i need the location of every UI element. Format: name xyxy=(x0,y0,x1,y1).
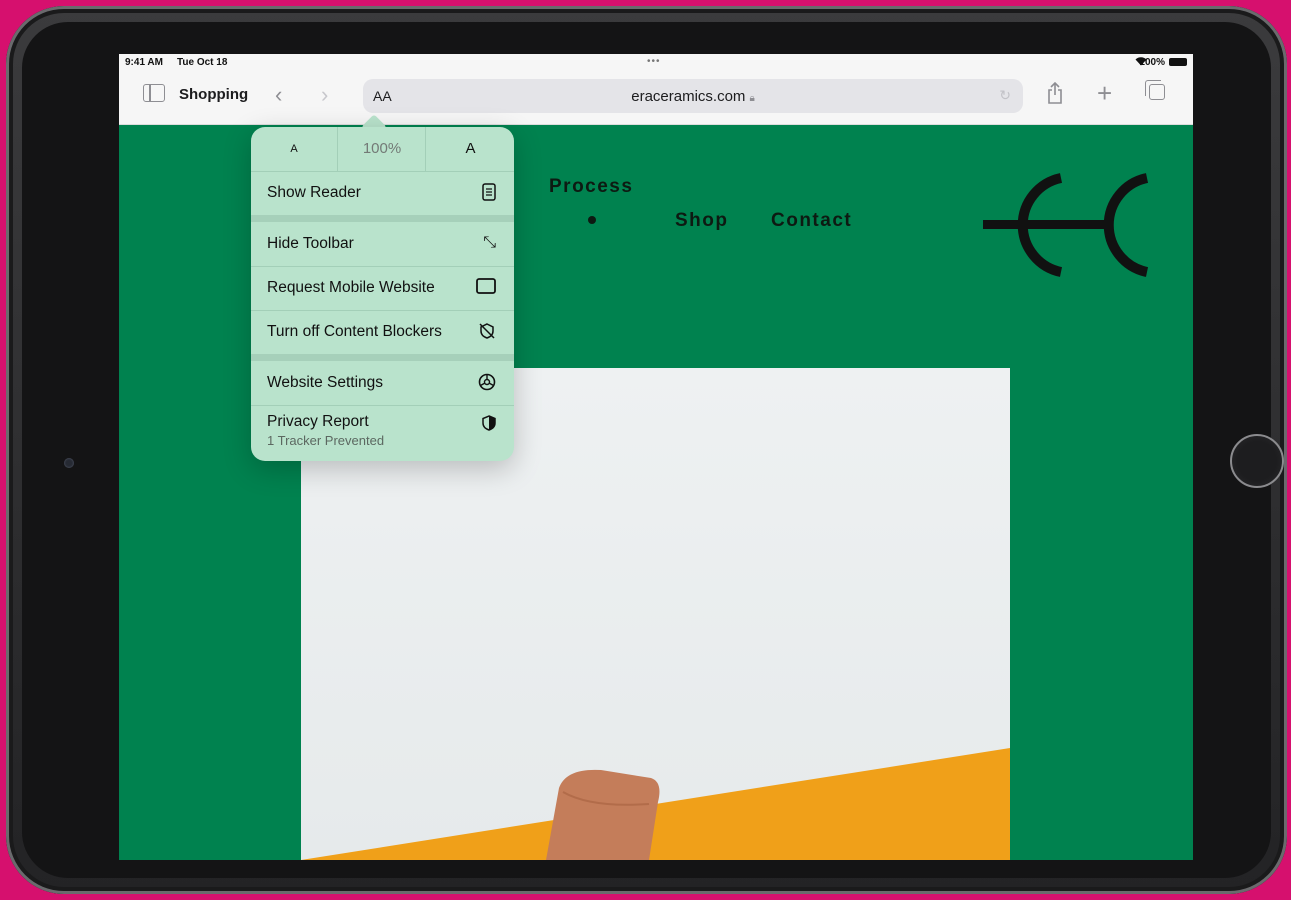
era-ceramics-logo[interactable] xyxy=(983,172,1153,285)
zoom-controls: A 100% A xyxy=(251,127,514,172)
nav-process[interactable]: Process xyxy=(549,176,633,198)
lock-icon: 🔒︎ xyxy=(749,93,755,104)
tab-overview-icon[interactable] xyxy=(1145,80,1165,100)
expand-arrows-icon: ⤡ xyxy=(483,234,496,251)
menu-website-settings[interactable]: Website Settings xyxy=(251,361,514,406)
status-bar: 9:41 AM Tue Oct 18 ••• 100% xyxy=(119,54,1193,70)
menu-item-label: Request Mobile Website xyxy=(267,279,435,296)
reload-icon[interactable]: ↻ xyxy=(999,87,1011,104)
menu-content-blockers[interactable]: Turn off Content Blockers xyxy=(251,310,514,355)
home-button[interactable] xyxy=(1230,434,1284,488)
menu-section-divider xyxy=(251,215,514,222)
url-display[interactable]: eraceramics.com 🔒︎ xyxy=(363,88,1023,105)
menu-item-label: Turn off Content Blockers xyxy=(267,323,442,340)
content-blocker-off-icon xyxy=(478,322,496,345)
menu-show-reader[interactable]: Show Reader xyxy=(251,171,514,216)
url-text: eraceramics.com xyxy=(631,88,746,105)
increase-text-size-button[interactable]: A xyxy=(425,127,514,171)
back-chevron-icon[interactable]: ‹ xyxy=(275,82,282,108)
menu-item-label: Show Reader xyxy=(267,184,361,201)
battery-percent: 100% xyxy=(1139,57,1165,68)
status-time: 9:41 AM xyxy=(125,57,163,68)
status-date: Tue Oct 18 xyxy=(177,57,228,68)
front-camera xyxy=(64,458,74,468)
menu-item-label: Website Settings xyxy=(267,374,384,391)
address-bar[interactable]: AA eraceramics.com 🔒︎ ↻ xyxy=(363,79,1023,113)
nav-shop[interactable]: Shop xyxy=(675,210,729,232)
menu-privacy-report[interactable]: Privacy Report 1 Tracker Prevented xyxy=(251,405,514,461)
new-tab-plus-icon[interactable]: + xyxy=(1097,78,1112,109)
menu-hide-toolbar[interactable]: Hide Toolbar ⤡ xyxy=(251,222,514,267)
reader-icon xyxy=(482,183,496,206)
menu-item-label: Hide Toolbar xyxy=(267,235,354,252)
menu-item-label: Privacy Report xyxy=(267,413,369,430)
menu-request-mobile-website[interactable]: Request Mobile Website xyxy=(251,266,514,311)
privacy-shield-icon xyxy=(482,415,496,436)
tab-group-name[interactable]: Shopping xyxy=(179,86,248,103)
settings-gear-icon xyxy=(478,373,496,396)
nav-active-dot xyxy=(588,216,596,224)
mobile-device-icon xyxy=(476,278,496,299)
battery-icon xyxy=(1169,58,1187,66)
safari-toolbar: Shopping ‹ › AA eraceramics.com 🔒︎ ↻ + xyxy=(119,70,1193,125)
decrease-text-size-button[interactable]: A xyxy=(251,127,337,171)
screen: 9:41 AM Tue Oct 18 ••• 100% Shopping ‹ ›… xyxy=(119,54,1193,860)
privacy-report-subtitle: 1 Tracker Prevented xyxy=(267,433,385,448)
forward-chevron-icon[interactable]: › xyxy=(321,82,328,108)
page-menu-popover: A 100% A Show Reader Hide Toolbar ⤡ Requ… xyxy=(251,127,514,461)
sidebar-toggle-icon[interactable] xyxy=(143,84,165,102)
share-icon[interactable] xyxy=(1047,81,1063,110)
multitasking-dots-icon[interactable]: ••• xyxy=(647,56,661,67)
menu-section-divider xyxy=(251,354,514,361)
nav-contact[interactable]: Contact xyxy=(771,210,852,232)
zoom-level[interactable]: 100% xyxy=(337,127,426,171)
